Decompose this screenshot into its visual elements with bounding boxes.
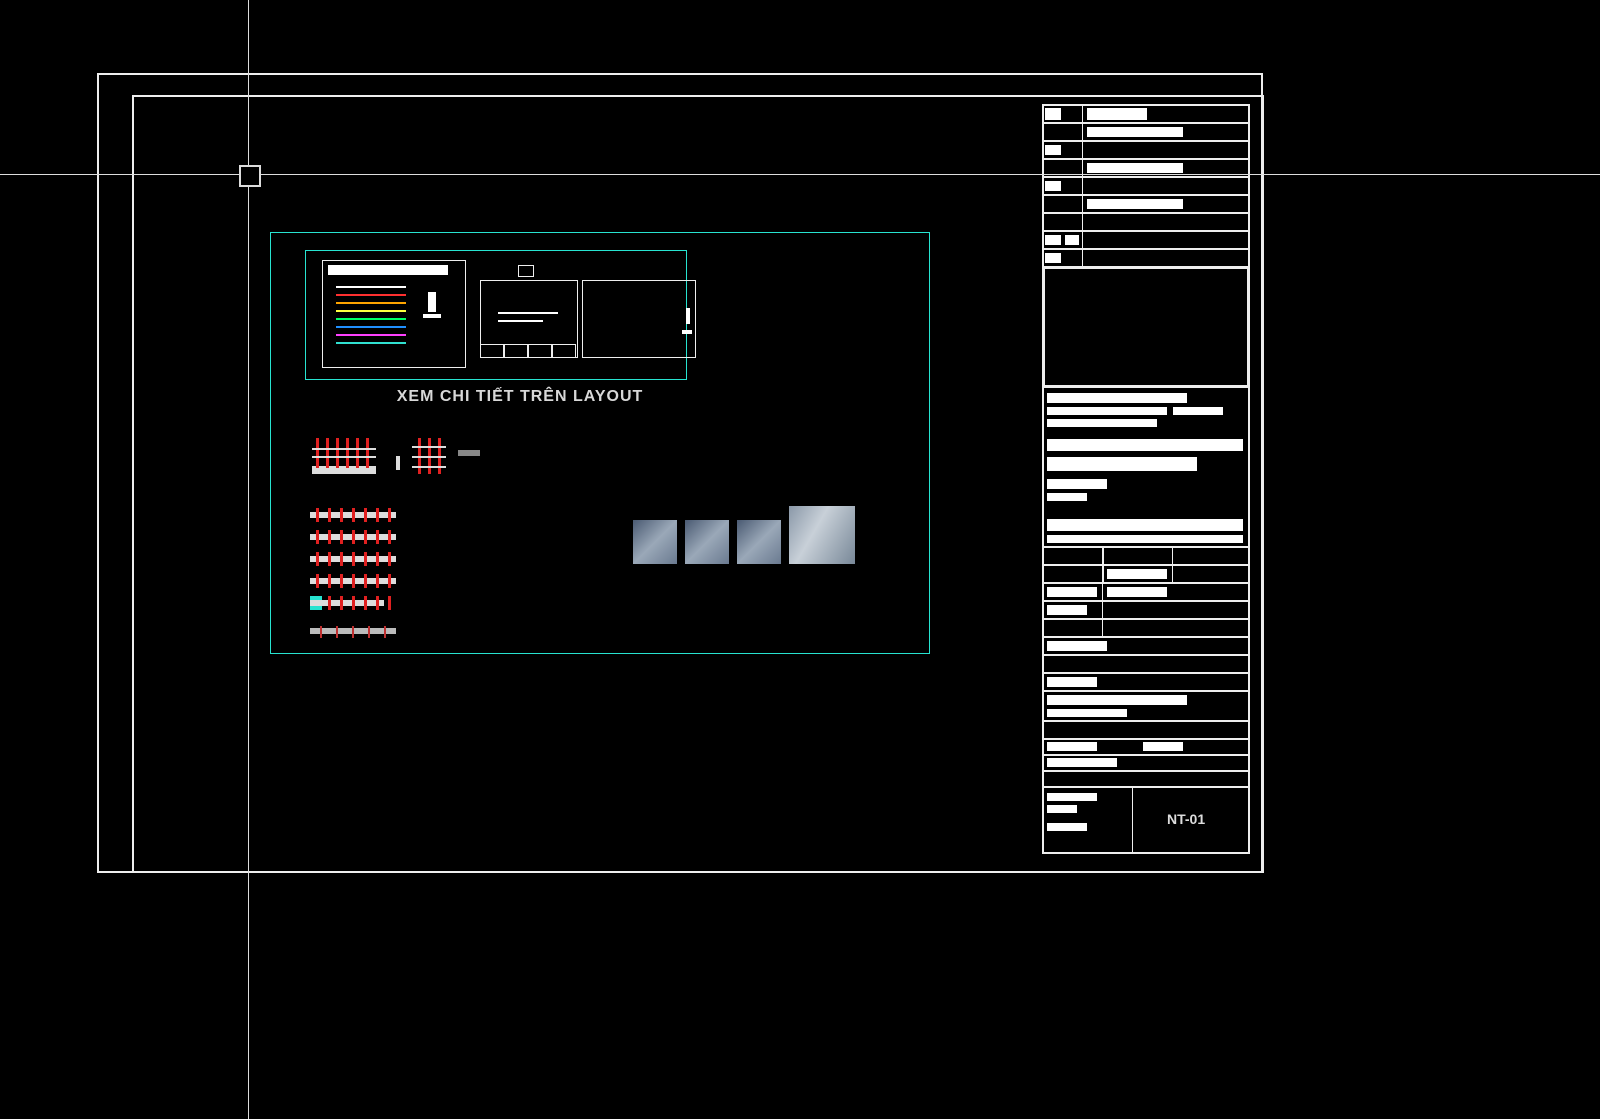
tb-row-t7-div (1043, 213, 1083, 231)
tb-rev-r1-c1 (1043, 547, 1103, 565)
nested-title-bar (328, 265, 448, 275)
tb-row-t6-div (1043, 195, 1083, 213)
tb-fill-t8b (1065, 235, 1079, 245)
tb-rev-r2-c1 (1043, 565, 1103, 583)
legend-line-6 (336, 334, 406, 336)
tb-bottom-1-f2 (1143, 742, 1183, 751)
tb-sheet-left-f1 (1047, 793, 1097, 801)
nested-panel-2-sub1 (480, 344, 504, 358)
tb-info-line-2b (1173, 407, 1223, 415)
tb-info-line-3 (1047, 419, 1157, 427)
nested-panel-2-sub2 (504, 344, 528, 358)
legend-line-3 (336, 310, 406, 312)
nested-panel-1 (322, 260, 466, 368)
tb-sheet-left-f2 (1047, 805, 1077, 813)
detail-row-1 (310, 508, 396, 522)
tb-rev-r2-f (1107, 569, 1167, 579)
detail-group-1b (412, 438, 452, 478)
legend-line-2 (336, 302, 406, 304)
legend-line-0 (336, 286, 406, 288)
title-block: NT-01 (1042, 104, 1250, 854)
tb-rev-r5-c1 (1043, 619, 1103, 637)
tb-rev-r10 (1043, 721, 1249, 739)
tb-fill-t8a (1045, 235, 1061, 245)
ref-thumb-1 (633, 520, 677, 564)
tb-info-line-1 (1047, 393, 1187, 403)
legend-line-7 (336, 342, 406, 344)
ref-thumb-3 (737, 520, 781, 564)
tb-rev-r9-f2 (1047, 709, 1127, 717)
detail-1b-note (458, 450, 480, 456)
detail-row-6 (310, 626, 396, 638)
legend-line-1 (336, 294, 406, 296)
sheet-number: NT-01 (1167, 811, 1205, 827)
tb-rev-r6-f (1047, 641, 1107, 651)
nested-text-line-2 (498, 320, 543, 322)
nested-panel-2-sub3 (528, 344, 552, 358)
nested-figure (428, 292, 436, 312)
nested-text-line-1 (498, 312, 558, 314)
ref-thumb-4 (789, 506, 855, 564)
tb-fill-t4 (1087, 163, 1183, 173)
nested-figure-2 (423, 314, 441, 318)
tb-rev-r4-f (1047, 605, 1087, 615)
detail-group-1 (312, 438, 392, 478)
tb-rev-r8-f (1047, 677, 1097, 687)
tb-info-line-8 (1047, 519, 1243, 531)
tb-fill-t3a (1045, 145, 1061, 155)
tb-fill-t1a (1045, 108, 1061, 120)
tb-fill-t9 (1045, 253, 1061, 263)
tb-fill-t1b (1087, 108, 1147, 120)
nested-panel-3 (582, 280, 696, 358)
legend-line-5 (336, 326, 406, 328)
nested-panel-2-sub4 (552, 344, 576, 358)
tb-bottom-3 (1043, 771, 1249, 787)
tb-rev-r3-f1 (1047, 587, 1097, 597)
tb-bottom-1-f (1047, 742, 1097, 751)
tb-info-line-2 (1047, 407, 1167, 415)
tb-rev-r7 (1043, 655, 1249, 673)
nested-p3-mark2 (682, 330, 692, 334)
legend-line-4 (336, 318, 406, 320)
tb-fill-t6 (1087, 199, 1183, 209)
tb-rev-r1-c2 (1103, 547, 1173, 565)
tb-info-line-5 (1047, 457, 1197, 471)
tb-fill-t2 (1087, 127, 1183, 137)
tb-info-line-7 (1047, 493, 1087, 501)
tb-row-t2-div (1043, 123, 1083, 141)
tb-info-line-6 (1047, 479, 1107, 489)
tb-sheet-left-f3 (1047, 823, 1087, 831)
detail-row-5 (310, 596, 396, 610)
detail-1-symbol (396, 456, 400, 470)
detail-row-3 (310, 552, 396, 566)
detail-row-4 (310, 574, 396, 588)
tb-rev-r3-f2 (1107, 587, 1167, 597)
crosshair-pickbox (239, 165, 261, 187)
tb-bottom-2-f (1047, 758, 1117, 767)
tb-info-line-4 (1047, 439, 1243, 451)
tb-fill-t5a (1045, 181, 1061, 191)
detail-row-2 (310, 530, 396, 544)
tb-logo-box (1043, 267, 1249, 387)
nested-p3-mark (686, 308, 690, 324)
ref-thumb-2 (685, 520, 729, 564)
main-label: XEM CHI TIẾT TRÊN LAYOUT (380, 388, 660, 406)
tb-rev-r9-f1 (1047, 695, 1187, 705)
tb-info-line-9 (1047, 535, 1243, 543)
nested-small-box (518, 265, 534, 277)
